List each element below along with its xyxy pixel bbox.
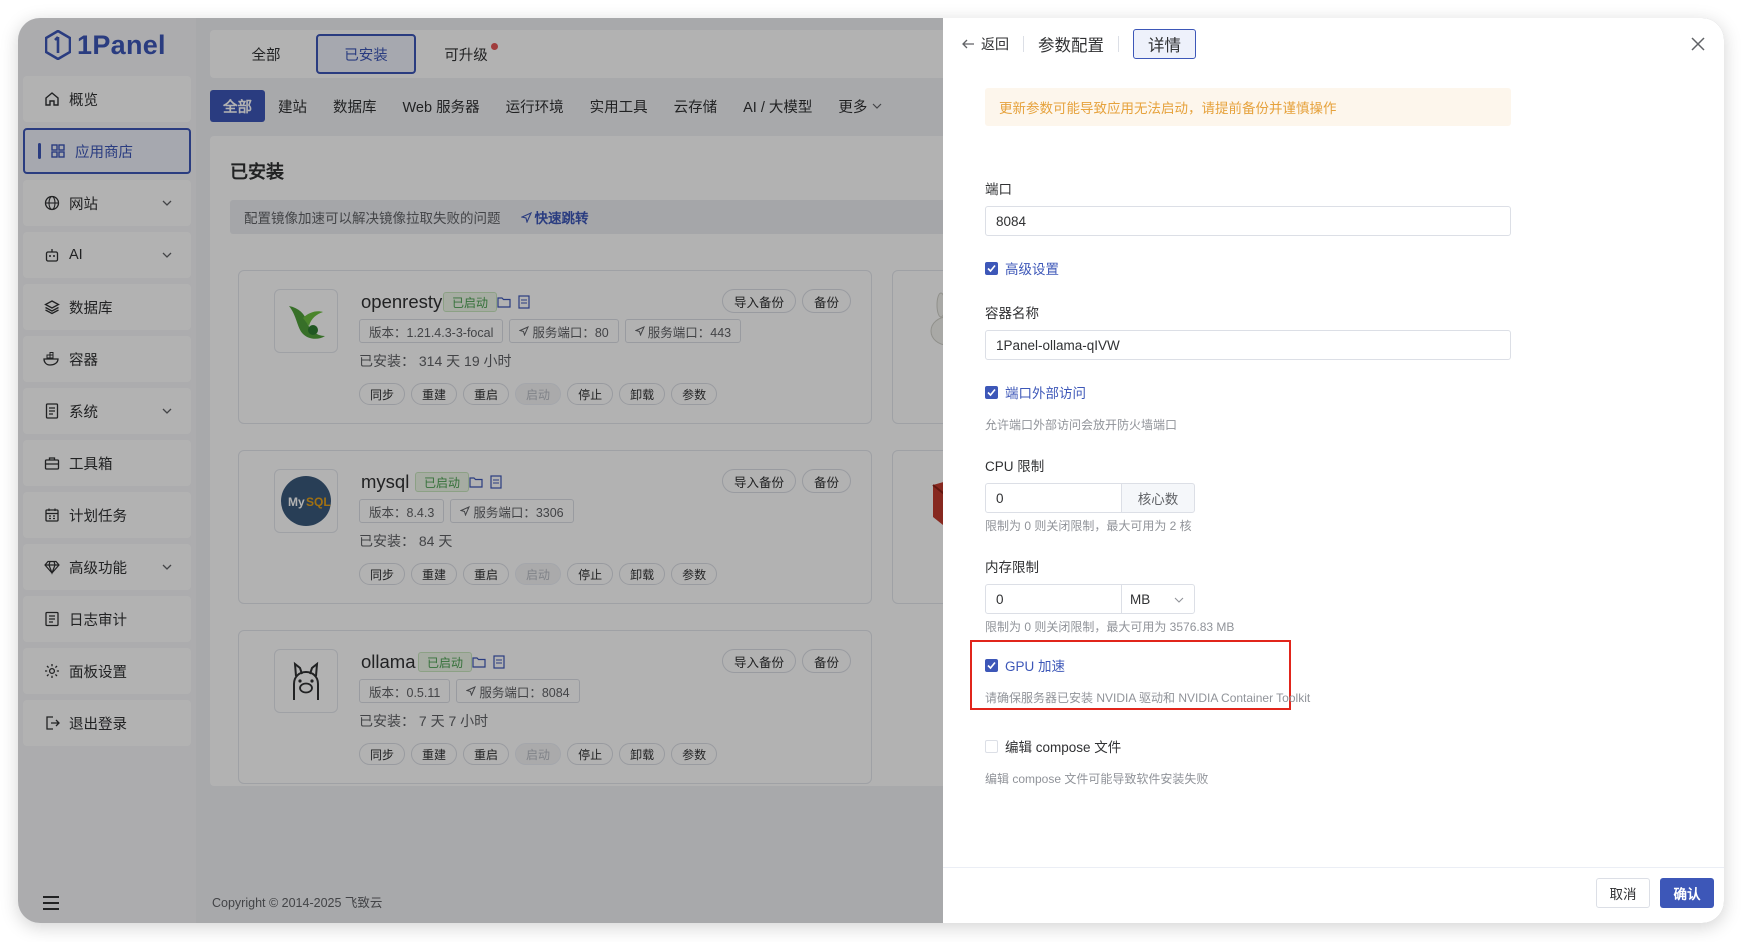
port-input[interactable]: 8084 <box>985 206 1511 236</box>
detail-button[interactable]: 详情 <box>1133 29 1196 59</box>
cpu-limit-input[interactable]: 0 <box>985 483 1122 513</box>
gpu-hint: 请确保服务器已安装 NVIDIA 驱动和 NVIDIA Container To… <box>985 691 1311 705</box>
chevron-down-icon <box>1174 597 1184 603</box>
memory-limit-input[interactable]: 0 <box>985 584 1122 614</box>
drawer-footer: 取消 确认 <box>943 867 1724 923</box>
drawer-title: 参数配置 <box>1038 37 1104 55</box>
external-access-hint: 允许端口外部访问会放开防火墙端口 <box>985 418 1178 432</box>
container-name-input[interactable]: 1Panel-ollama-qIVW <box>985 330 1511 360</box>
confirm-button[interactable]: 确认 <box>1660 878 1714 908</box>
warning-alert: 更新参数可能导致应用无法启动，请提前备份并谨慎操作 <box>985 88 1511 126</box>
external-access-checkbox[interactable]: 端口外部访问 <box>985 382 1086 402</box>
checkbox-checked-icon <box>985 385 998 399</box>
arrow-left-icon <box>962 39 974 49</box>
params-form: 更新参数可能导致应用无法启动，请提前备份并谨慎操作 端口 8084 高级设置 容… <box>970 88 1532 786</box>
cancel-button[interactable]: 取消 <box>1596 878 1650 908</box>
close-icon[interactable] <box>1690 36 1706 52</box>
edit-compose-hint: 编辑 compose 文件可能导致软件安装失败 <box>985 772 1209 786</box>
cpu-limit-hint: 限制为 0 则关闭限制，最大可用为 2 核 <box>985 519 1192 533</box>
checkbox-checked-icon <box>985 658 998 672</box>
port-label: 端口 <box>985 182 1012 197</box>
back-button[interactable]: 返回 <box>961 34 1009 54</box>
advanced-settings-checkbox[interactable]: 高级设置 <box>985 258 1059 278</box>
checkbox-checked-icon <box>985 261 998 275</box>
divider <box>1023 36 1024 52</box>
drawer-header: 返回 参数配置 详情 <box>943 18 1724 70</box>
divider <box>1118 36 1119 52</box>
gpu-acceleration-checkbox[interactable]: GPU 加速 <box>985 655 1065 675</box>
checkbox-unchecked-icon <box>985 739 998 753</box>
memory-limit-hint: 限制为 0 则关闭限制，最大可用为 3576.83 MB <box>985 620 1235 634</box>
container-name-label: 容器名称 <box>985 306 1039 321</box>
memory-unit-select[interactable]: MB <box>1121 584 1195 614</box>
edit-compose-checkbox[interactable]: 编辑 compose 文件 <box>985 736 1121 756</box>
params-drawer: 返回 参数配置 详情 更新参数可能导致应用无法启动，请提前备份并谨慎操作 端口 … <box>943 18 1724 923</box>
cpu-limit-label: CPU 限制 <box>985 459 1045 474</box>
app-window: 1Panel 概览 应用商店 网站 AI 数据库 容器 系统 工具箱 计划任务 … <box>18 18 1724 923</box>
cpu-unit: 核心数 <box>1121 483 1195 513</box>
memory-limit-label: 内存限制 <box>985 560 1039 575</box>
